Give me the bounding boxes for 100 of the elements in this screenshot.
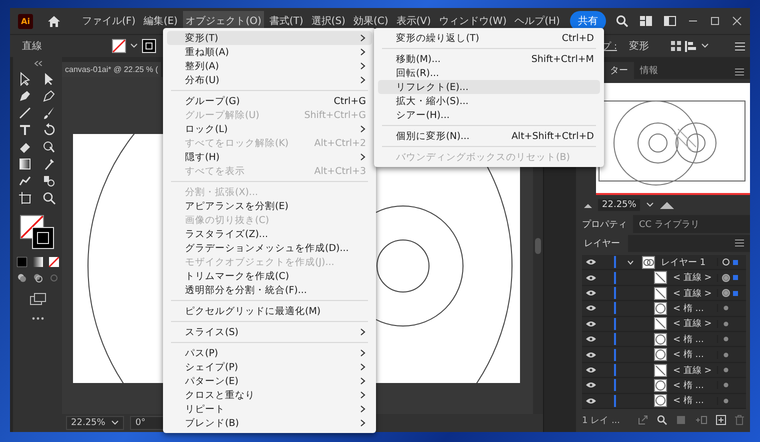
layer-row[interactable]: レイヤー 1: [582, 255, 746, 270]
list-icon[interactable]: [735, 42, 745, 50]
menu-item[interactable]: ウィンドウ(W): [436, 11, 510, 31]
menu-item[interactable]: 編集(E): [140, 11, 181, 31]
selection-square[interactable]: [733, 290, 738, 296]
target-dot-icon[interactable]: [722, 304, 730, 312]
menu-icon[interactable]: [735, 68, 744, 76]
stroke-swatch-icon[interactable]: [142, 39, 156, 53]
target-dot-icon[interactable]: [722, 350, 730, 359]
zoom-out-icon[interactable]: [584, 202, 592, 208]
collapse-icon[interactable]: [34, 61, 42, 66]
layer-row[interactable]: < 楕 ...: [582, 378, 746, 394]
more-icon[interactable]: [32, 317, 44, 320]
menu-item[interactable]: 分布(U): [167, 73, 372, 87]
align-icon[interactable]: [685, 40, 697, 52]
layer-row[interactable]: < 直線 >: [582, 316, 746, 332]
draw-behind-icon[interactable]: [32, 273, 42, 283]
zoom-icon[interactable]: [42, 191, 56, 205]
curvature-pen-icon[interactable]: [42, 89, 56, 103]
menu-item[interactable]: 表示(V): [393, 11, 434, 31]
selection-tool-icon[interactable]: [18, 72, 32, 86]
new-sublayer-icon[interactable]: [695, 415, 707, 426]
menu-item[interactable]: クロスと重なり: [167, 388, 372, 402]
symbol-sprayer-icon[interactable]: [42, 174, 56, 188]
transform-link[interactable]: 変形: [629, 39, 649, 53]
eye-icon[interactable]: [586, 305, 596, 312]
layer-row[interactable]: < 楕 ...: [582, 394, 746, 409]
zoom-in-icon[interactable]: [660, 202, 674, 209]
pen-icon[interactable]: [18, 89, 32, 103]
menu-item[interactable]: グループ(G) Ctrl+G: [167, 94, 372, 108]
eraser-icon[interactable]: [18, 140, 32, 154]
target-dot-icon[interactable]: [722, 320, 730, 328]
menu-item[interactable]: 回転(R)...: [378, 66, 600, 80]
menu-item[interactable]: パターン(E): [167, 374, 372, 388]
menu-item[interactable]: グラデーションメッシュを作成(D)...: [167, 241, 372, 255]
line-tool-icon[interactable]: [18, 106, 32, 120]
type-tool-icon[interactable]: [18, 123, 32, 137]
panel-layout-icon[interactable]: [664, 16, 676, 26]
color-mode-icon[interactable]: [16, 257, 26, 267]
eye-icon[interactable]: [586, 382, 596, 388]
menu-item[interactable]: 透明部分を分割・統合(F)...: [167, 283, 372, 297]
draw-normal-icon[interactable]: [16, 273, 26, 283]
artboard-icon[interactable]: [18, 191, 32, 205]
zoom-field[interactable]: 22.25%: [66, 416, 124, 430]
menu-item[interactable]: シェイプ(P): [167, 360, 372, 374]
menu-item[interactable]: 効果(C): [350, 11, 392, 31]
caret-down-icon[interactable]: [626, 260, 634, 265]
panel-tab[interactable]: プロパティ: [576, 215, 633, 233]
search-icon[interactable]: [616, 15, 628, 27]
menu-item[interactable]: 変形(T): [167, 31, 372, 45]
layer-row[interactable]: < 楕 ...: [582, 301, 746, 317]
none-mode-icon[interactable]: [48, 257, 58, 267]
layer-row[interactable]: < 楕 ...: [582, 332, 746, 348]
selection-square[interactable]: [733, 260, 738, 265]
brush-icon[interactable]: [42, 106, 56, 120]
menu-item[interactable]: ヘルプ(H): [512, 11, 563, 31]
menu-item[interactable]: 隠す(H): [167, 150, 372, 164]
menu-item[interactable]: 変形の繰り返し(T) Ctrl+D: [378, 31, 600, 45]
target-dot-icon[interactable]: [722, 381, 730, 390]
screen-mode-icon[interactable]: [30, 293, 46, 305]
caret-icon[interactable]: [701, 43, 709, 49]
layer-row[interactable]: < 楕 ...: [582, 347, 746, 363]
new-layer-icon[interactable]: [716, 415, 726, 426]
menu-item[interactable]: 整列(A): [167, 59, 372, 73]
menu-icon[interactable]: [735, 239, 744, 248]
target-dot-icon[interactable]: [722, 335, 730, 344]
caret-icon[interactable]: [646, 202, 654, 208]
maximize-icon[interactable]: [710, 16, 720, 26]
layer-row[interactable]: < 直線 >: [582, 362, 746, 378]
selection-square[interactable]: [733, 275, 738, 280]
layer-row[interactable]: < 直線 >: [582, 286, 746, 302]
home-icon[interactable]: [47, 14, 61, 28]
rotate-icon[interactable]: [42, 123, 56, 137]
layers-tab[interactable]: レイヤー: [576, 234, 628, 252]
menu-item[interactable]: 個別に変形(N)... Alt+Shift+Ctrl+D: [378, 129, 600, 143]
menu-item[interactable]: リフレクト(E)...: [378, 80, 600, 94]
eye-icon[interactable]: [586, 398, 596, 404]
menu-item[interactable]: トリムマークを作成(C): [167, 269, 372, 283]
scrollbar-thumb-icon[interactable]: [535, 238, 541, 254]
shape-builder-icon[interactable]: [42, 140, 56, 154]
menu-item[interactable]: 拡大・縮小(S)...: [378, 94, 600, 108]
gradient-icon[interactable]: [18, 157, 32, 171]
grid-dots-icon[interactable]: [671, 41, 681, 51]
menu-item[interactable]: リピート: [167, 402, 372, 416]
menu-item[interactable]: 選択(S): [308, 11, 348, 31]
eye-icon[interactable]: [586, 336, 596, 342]
search-icon[interactable]: [657, 415, 667, 426]
navigator-zoom-field[interactable]: 22.25%: [598, 199, 640, 212]
menu-item[interactable]: 移動(M)... Shift+Ctrl+M: [378, 52, 600, 66]
menu-item[interactable]: スライス(S): [167, 325, 372, 339]
menu-item[interactable]: 重ね順(A): [167, 45, 372, 59]
clipping-mask-icon[interactable]: [676, 415, 686, 426]
target-dot-icon[interactable]: [722, 396, 730, 405]
layer-row[interactable]: < 直線 >: [582, 270, 746, 286]
eye-icon[interactable]: [586, 352, 596, 358]
menu-item[interactable]: パス(P): [167, 346, 372, 360]
fill-swatch-icon[interactable]: [112, 39, 126, 53]
document-tab[interactable]: canvas-01ai* @ 22.25 % (: [62, 62, 162, 77]
export-icon[interactable]: [638, 415, 648, 426]
eye-icon[interactable]: [586, 290, 596, 296]
